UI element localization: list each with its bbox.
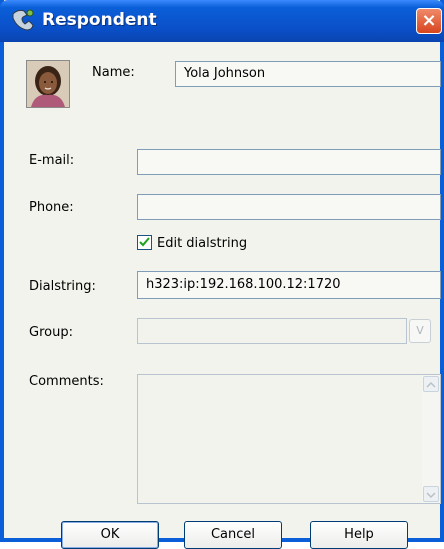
ok-button[interactable]: OK xyxy=(61,521,159,549)
avatar xyxy=(26,60,70,108)
dialstring-label: Dialstring: xyxy=(29,279,96,294)
help-button[interactable]: Help xyxy=(310,521,408,549)
email-label: E-mail: xyxy=(29,153,75,168)
group-label: Group: xyxy=(29,325,73,340)
edit-dialstring-checkbox[interactable] xyxy=(137,235,152,250)
name-field[interactable]: Yola Johnson xyxy=(175,61,441,87)
title-bar[interactable]: Respondent × xyxy=(0,0,444,42)
cancel-button[interactable]: Cancel xyxy=(184,521,282,549)
comments-textarea[interactable] xyxy=(137,374,441,504)
phone-icon xyxy=(12,9,34,31)
comments-scrollbar[interactable] xyxy=(422,375,440,503)
comments-label: Comments: xyxy=(29,374,104,389)
chevron-down-icon xyxy=(426,492,436,499)
scroll-up-button[interactable] xyxy=(423,376,439,392)
name-label: Name: xyxy=(92,65,135,80)
dialstring-field[interactable]: h323:ip:192.168.100.12:1720 xyxy=(137,271,441,299)
phone-label: Phone: xyxy=(29,200,74,215)
respondent-dialog: Respondent × Name: Yola Johnson E-mail: … xyxy=(0,0,444,549)
chevron-down-icon: V xyxy=(416,324,424,337)
checkmark-icon xyxy=(139,237,150,247)
phone-field[interactable] xyxy=(137,194,441,220)
dialog-body: Name: Yola Johnson E-mail: Phone: Edit d… xyxy=(4,42,441,549)
close-button[interactable]: × xyxy=(416,8,442,34)
group-dropdown-button[interactable]: V xyxy=(409,319,431,343)
chevron-up-icon xyxy=(426,381,436,388)
email-field[interactable] xyxy=(137,149,441,175)
scroll-down-button[interactable] xyxy=(423,486,439,502)
edit-dialstring-label[interactable]: Edit dialstring xyxy=(157,236,247,251)
window-title: Respondent xyxy=(42,10,157,30)
close-icon: × xyxy=(421,10,437,31)
group-select[interactable] xyxy=(137,318,407,344)
